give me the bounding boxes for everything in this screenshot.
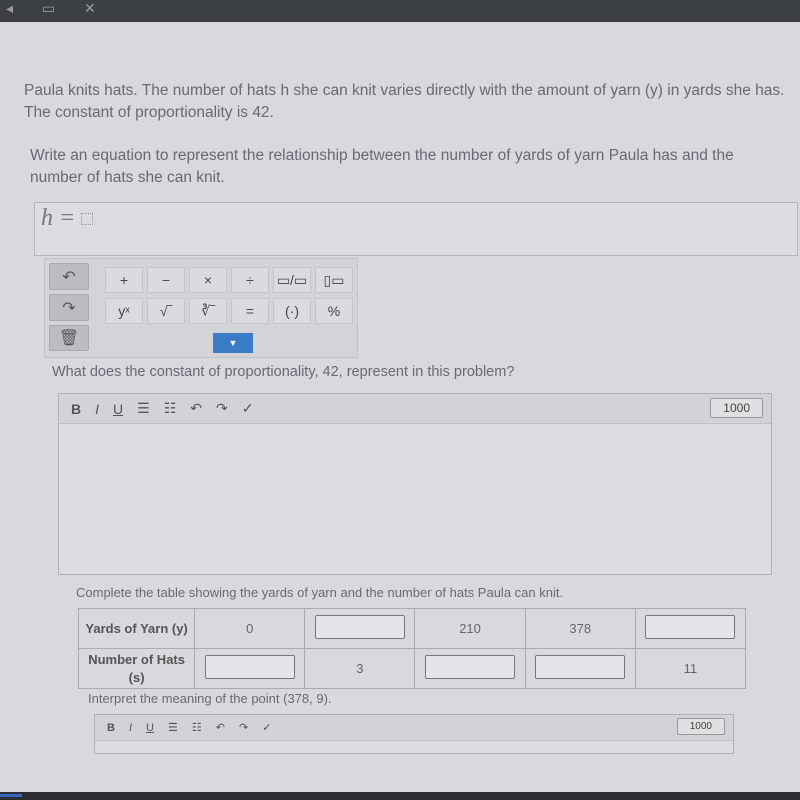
editor-toolbar: B I U ☰ ☷ ↶ ↷ ✓ [95, 715, 733, 741]
keypad-key[interactable]: ▯▭ [315, 267, 353, 293]
question-3-text: What does the constant of proportionalit… [52, 364, 515, 380]
keypad-key[interactable]: − [147, 267, 185, 293]
progress-indicator [0, 794, 22, 797]
copy-icon[interactable]: ▭ [42, 0, 55, 17]
table-input[interactable] [314, 615, 405, 639]
redo-button[interactable]: ↷ [239, 721, 248, 734]
undo-button[interactable]: ↶ [216, 721, 225, 734]
answer-editor-2[interactable]: B I U ☰ ☷ ↶ ↷ ✓ 1000 [94, 714, 734, 754]
bullet-list-button[interactable]: ☰ [137, 400, 150, 417]
table-row: Number of Hats (s) 3 11 [77, 648, 747, 689]
question-5-text: Interpret the meaning of the point (378,… [88, 691, 332, 706]
keypad-key[interactable]: yˣ [105, 298, 143, 324]
character-limit: 1000 [710, 398, 763, 418]
close-icon[interactable]: ✕ [84, 0, 96, 17]
undo-button[interactable]: ↶ [190, 400, 202, 417]
equation-input[interactable]: h = [34, 202, 798, 256]
back-icon[interactable]: ◂ [6, 0, 13, 17]
keypad-expand-button[interactable]: ▼ [213, 333, 253, 353]
numbered-list-button[interactable]: ☷ [164, 400, 177, 417]
underline-button[interactable]: U [113, 401, 123, 417]
answer-editor-1[interactable]: B I U ☰ ☷ ↶ ↷ ✓ 1000 [58, 393, 772, 575]
table-input[interactable] [204, 655, 295, 679]
spellcheck-button[interactable]: ✓ [242, 400, 254, 417]
editor-toolbar: B I U ☰ ☷ ↶ ↷ ✓ [59, 394, 771, 424]
keypad-key[interactable]: % [315, 298, 353, 324]
keypad-key[interactable]: (·) [273, 298, 311, 324]
table-input[interactable] [535, 655, 626, 679]
bold-button[interactable]: B [71, 401, 81, 417]
table-cell [304, 608, 416, 649]
keypad-key[interactable]: + [105, 267, 143, 293]
keypad-key[interactable]: = [231, 298, 269, 324]
yarn-hats-table: Yards of Yarn (y) 0 210 378 Number of Hats … [77, 608, 747, 689]
table-cell [634, 608, 747, 649]
row-header: Yards of Yarn (y) [77, 608, 196, 649]
table-input[interactable] [645, 615, 736, 639]
question-1-text: Paula knits hats. The number of hats h s… [24, 82, 785, 121]
redo-button[interactable]: ↷ [216, 400, 228, 417]
table-cell: 378 [524, 608, 636, 649]
keypad-key[interactable]: √‾ [147, 298, 185, 324]
spellcheck-button[interactable]: ✓ [262, 721, 271, 734]
keypad-key[interactable]: ÷ [231, 267, 269, 293]
math-keypad: ↶ ↷ 🗑 + − × ÷ ▭/▭ ▯▭ yˣ √‾ ∛‾ = (·)% ▼ [44, 258, 358, 358]
equation-prefix: h = [41, 205, 76, 231]
placeholder-box[interactable] [81, 213, 94, 226]
table-input[interactable] [425, 655, 516, 679]
numbered-list-button[interactable]: ☷ [192, 721, 202, 734]
bullet-list-button[interactable]: ☰ [168, 721, 178, 734]
italic-button[interactable]: I [129, 722, 132, 734]
trash-icon[interactable]: 🗑 [49, 325, 89, 351]
redo-icon[interactable]: ↷ [49, 294, 89, 321]
table-cell: 3 [304, 648, 416, 689]
bold-button[interactable]: B [107, 722, 115, 734]
row-header: Number of Hats (s) [77, 648, 196, 689]
table-cell: 11 [634, 648, 747, 689]
table-row: Yards of Yarn (y) 0 210 378 [77, 608, 747, 649]
keypad-key[interactable]: × [189, 267, 227, 293]
keypad-key[interactable]: ▭/▭ [273, 267, 311, 293]
keypad-key[interactable]: ∛‾ [189, 298, 227, 324]
table-cell: 210 [414, 608, 526, 649]
italic-button[interactable]: I [95, 401, 99, 417]
undo-icon[interactable]: ↶ [49, 263, 89, 290]
table-cell [194, 648, 306, 689]
question-2-text: Write an equation to represent the relat… [30, 147, 734, 186]
table-cell [524, 648, 636, 689]
table-cell: 0 [194, 608, 306, 649]
character-limit: 1000 [676, 718, 725, 735]
window-topbar: ◂ ▭ ✕ [0, 0, 800, 22]
underline-button[interactable]: U [146, 722, 154, 734]
taskbar [0, 792, 800, 800]
table-cell [414, 648, 526, 689]
question-4-text: Complete the table showing the yards of … [76, 585, 564, 600]
